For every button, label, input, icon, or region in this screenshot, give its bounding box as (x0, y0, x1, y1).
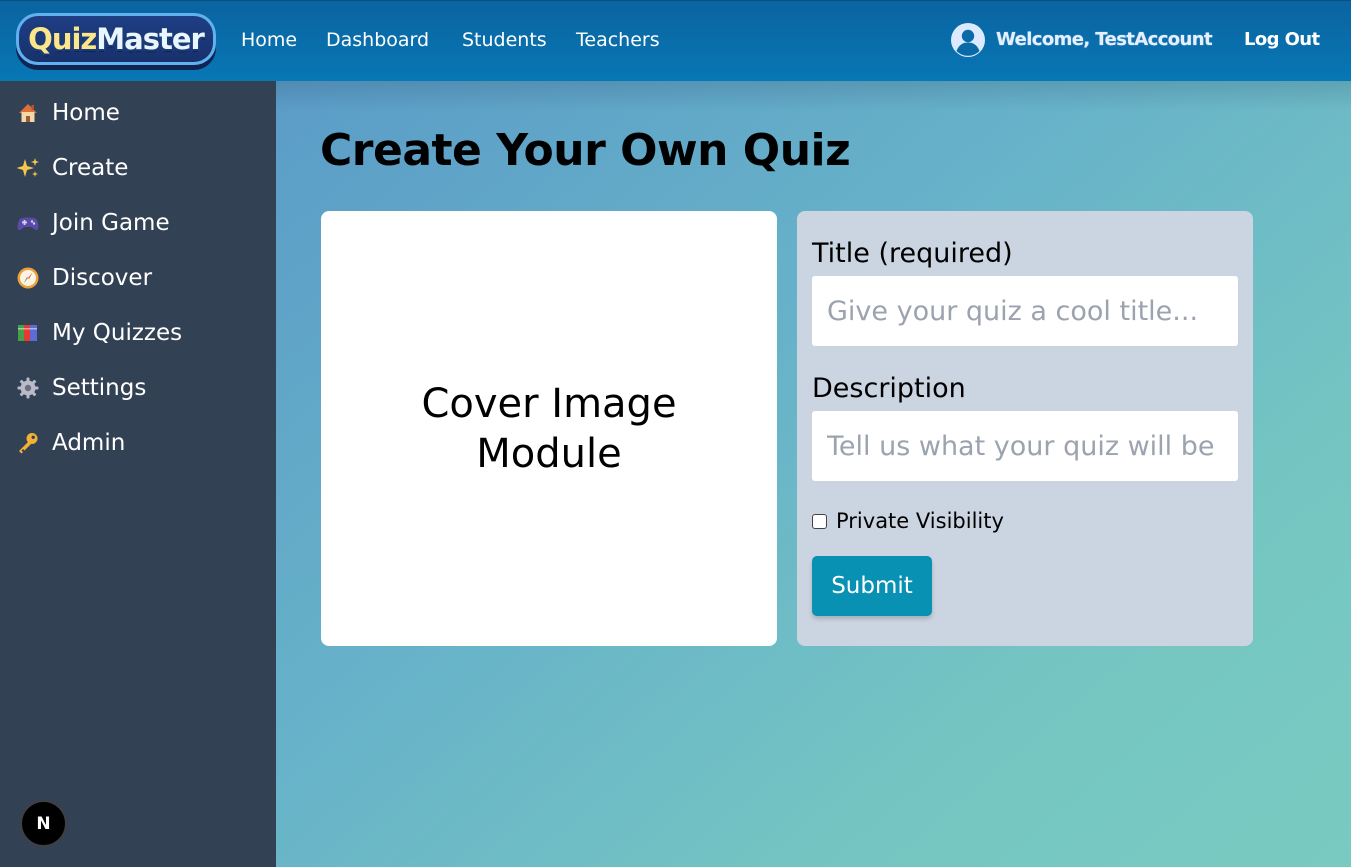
description-label: Description (812, 373, 966, 404)
title-input[interactable] (812, 276, 1238, 346)
welcome-message: Welcome, TestAccount (996, 29, 1213, 50)
sidebar-item-join-game[interactable]: Join Game (15, 206, 170, 240)
sparkles-icon (15, 155, 41, 181)
logo-text: QuizMaster (28, 21, 205, 56)
user-avatar-icon[interactable] (951, 23, 985, 57)
sidebar-item-label: Admin (52, 430, 126, 456)
nav-students-link[interactable]: Students (462, 27, 547, 53)
key-icon (15, 430, 41, 456)
cover-image-label: Cover Image Module (421, 380, 677, 477)
gear-icon (15, 375, 41, 401)
sidebar-item-admin[interactable]: Admin (15, 426, 125, 460)
private-visibility-label[interactable]: Private Visibility (836, 509, 1004, 533)
page-title: Create Your Own Quiz (320, 125, 851, 176)
nav-dashboard-link[interactable]: Dashboard (326, 27, 429, 53)
sidebar-item-label: Home (52, 100, 120, 126)
sidebar-item-create[interactable]: Create (15, 151, 128, 185)
quiz-form: Title (required) Description Private Vis… (797, 211, 1253, 646)
sidebar: Home Create Join Game Discover My Quizze… (0, 81, 276, 867)
nav-home-link[interactable]: Home (241, 27, 297, 53)
sidebar-item-label: Join Game (52, 210, 170, 236)
description-input[interactable] (812, 411, 1238, 481)
house-icon (15, 100, 41, 126)
sidebar-item-home[interactable]: Home (15, 96, 120, 130)
sidebar-item-discover[interactable]: Discover (15, 261, 152, 295)
sidebar-item-label: Discover (52, 265, 153, 291)
sidebar-item-label: Settings (52, 375, 147, 401)
sidebar-item-my-quizzes[interactable]: My Quizzes (15, 316, 182, 350)
dev-tools-badge[interactable]: N (20, 800, 67, 847)
logout-button[interactable]: Log Out (1244, 27, 1320, 53)
cover-image-module[interactable]: Cover Image Module (321, 211, 777, 646)
gamepad-icon (15, 210, 41, 236)
main-content: Create Your Own Quiz Cover Image Module … (276, 81, 1351, 867)
sidebar-item-settings[interactable]: Settings (15, 371, 146, 405)
submit-button[interactable]: Submit (812, 556, 932, 616)
private-visibility-checkbox[interactable] (812, 513, 827, 529)
top-navbar: QuizMaster Home Dashboard Students Teach… (0, 0, 1351, 81)
sidebar-item-label: Create (52, 155, 129, 181)
sidebar-item-label: My Quizzes (52, 320, 183, 346)
title-label: Title (required) (812, 238, 1013, 269)
compass-icon (15, 265, 41, 291)
nav-teachers-link[interactable]: Teachers (576, 27, 660, 53)
books-icon (15, 320, 41, 346)
private-visibility-row[interactable]: Private Visibility (812, 509, 1004, 533)
quizmaster-logo[interactable]: QuizMaster (16, 13, 216, 65)
